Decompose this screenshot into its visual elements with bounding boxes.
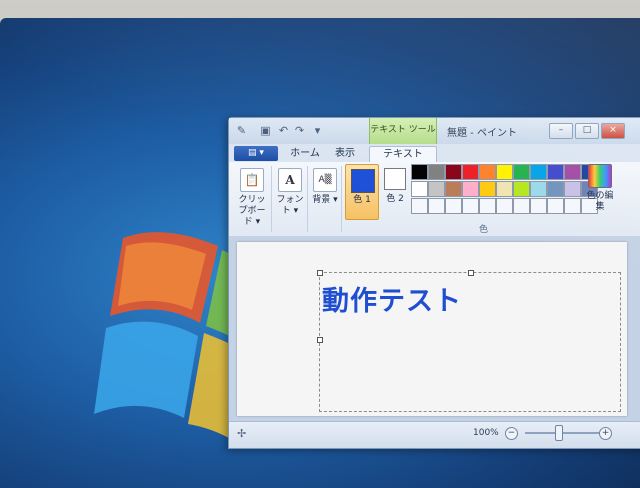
color1-swatch xyxy=(351,169,375,193)
resize-handle[interactable] xyxy=(317,270,323,276)
palette-color-swatch[interactable] xyxy=(445,164,462,180)
palette-color-swatch[interactable] xyxy=(564,164,581,180)
palette-color-swatch[interactable] xyxy=(479,164,496,180)
tab-home[interactable]: ホーム xyxy=(287,146,323,162)
redo-icon[interactable]: ↷ xyxy=(293,124,306,137)
palette-color-swatch[interactable] xyxy=(411,181,428,197)
palette-color-swatch[interactable] xyxy=(411,164,428,180)
status-bar: ✢ 100% − + xyxy=(229,421,640,448)
clipboard-label: クリップボード ▾ xyxy=(238,195,266,227)
background-label: 背景 ▾ xyxy=(312,195,338,205)
color2-button[interactable]: 色 2 xyxy=(381,164,409,218)
palette-color-swatch[interactable] xyxy=(445,198,462,214)
palette-color-swatch[interactable] xyxy=(547,198,564,214)
color-wheel-icon xyxy=(588,164,612,188)
font-button[interactable]: A フォント ▾ xyxy=(275,168,305,217)
clipboard-icon: 📋 xyxy=(240,168,264,192)
palette-color-swatch[interactable] xyxy=(479,198,496,214)
palette-color-swatch[interactable] xyxy=(496,198,513,214)
palette-color-swatch[interactable] xyxy=(496,164,513,180)
palette-color-swatch[interactable] xyxy=(428,198,445,214)
quick-access-dropdown-icon[interactable]: ▾ xyxy=(311,124,324,137)
canvas-text[interactable]: 動作テスト xyxy=(322,279,462,318)
windows-logo xyxy=(94,232,238,443)
palette-color-swatch[interactable] xyxy=(547,164,564,180)
text-box[interactable]: 動作テスト xyxy=(317,270,621,412)
palette-color-swatch[interactable] xyxy=(462,198,479,214)
color2-label: 色 2 xyxy=(386,194,404,204)
palette-color-swatch[interactable] xyxy=(547,181,564,197)
canvas-area: 動作テスト xyxy=(229,236,640,422)
background-button[interactable]: A▒ 背景 ▾ xyxy=(311,168,339,206)
resize-handle[interactable] xyxy=(317,337,323,343)
palette-color-swatch[interactable] xyxy=(445,181,462,197)
edit-colors-label: 色の編集 xyxy=(586,191,614,212)
zoom-slider-thumb[interactable] xyxy=(555,425,563,441)
ribbon: 📋 クリップボード ▾ A フォント ▾ A▒ 背景 ▾ 色 1 色 2 色の編… xyxy=(229,162,640,237)
palette-color-swatch[interactable] xyxy=(496,181,513,197)
palette-color-swatch[interactable] xyxy=(411,198,428,214)
close-button[interactable]: × xyxy=(601,123,625,139)
maximize-button[interactable]: □ xyxy=(575,123,599,139)
palette-color-swatch[interactable] xyxy=(462,181,479,197)
font-group: A フォント ▾ xyxy=(273,166,308,232)
paint-window: ✎ ▣ ↶ ↷ ▾ テキスト ツール 無題 - ペイント – □ × ▤ ▾ ホ… xyxy=(228,117,640,449)
palette-color-swatch[interactable] xyxy=(428,164,445,180)
minimize-button[interactable]: – xyxy=(549,123,573,139)
font-label: フォント ▾ xyxy=(276,195,304,216)
save-icon[interactable]: ▣ xyxy=(259,124,272,137)
background-group: A▒ 背景 ▾ xyxy=(309,166,342,232)
palette-color-swatch[interactable] xyxy=(513,181,530,197)
color1-label: 色 1 xyxy=(353,195,371,205)
background-icon: A▒ xyxy=(313,168,337,192)
context-tab-text-tools: テキスト ツール xyxy=(369,118,437,145)
zoom-level: 100% xyxy=(473,428,499,438)
undo-icon[interactable]: ↶ xyxy=(277,124,290,137)
edit-colors-button[interactable]: 色の編集 xyxy=(585,164,615,213)
palette-color-swatch[interactable] xyxy=(513,164,530,180)
palette-color-swatch[interactable] xyxy=(479,181,496,197)
zoom-slider-track[interactable] xyxy=(525,432,603,434)
cursor-position-icon: ✢ xyxy=(237,427,247,440)
color2-swatch xyxy=(384,168,406,190)
palette-color-swatch[interactable] xyxy=(513,198,530,214)
clipboard-group: 📋 クリップボード ▾ xyxy=(233,166,272,232)
title-bar: ✎ ▣ ↶ ↷ ▾ テキスト ツール 無題 - ペイント – □ × xyxy=(229,118,640,145)
ribbon-tabs: ▤ ▾ ホーム 表示 テキスト xyxy=(229,144,640,163)
palette-color-swatch[interactable] xyxy=(530,164,547,180)
resize-handle[interactable] xyxy=(468,270,474,276)
palette-color-swatch[interactable] xyxy=(530,181,547,197)
clipboard-button[interactable]: 📋 クリップボード ▾ xyxy=(235,168,269,228)
window-title: 無題 - ペイント xyxy=(447,128,517,139)
drawing-canvas[interactable]: 動作テスト xyxy=(237,242,627,416)
palette-color-swatch[interactable] xyxy=(428,181,445,197)
color1-button[interactable]: 色 1 xyxy=(345,164,379,220)
tab-view[interactable]: 表示 xyxy=(329,146,361,162)
zoom-in-button[interactable]: + xyxy=(599,427,612,440)
font-icon: A xyxy=(278,168,302,192)
paint-app-icon[interactable]: ✎ xyxy=(235,124,248,137)
palette-color-swatch[interactable] xyxy=(564,198,581,214)
palette-color-swatch[interactable] xyxy=(462,164,479,180)
file-menu-button[interactable]: ▤ ▾ xyxy=(234,146,278,161)
zoom-out-button[interactable]: − xyxy=(505,427,518,440)
palette-color-swatch[interactable] xyxy=(530,198,547,214)
colors-group-label: 色 xyxy=(479,225,489,235)
tab-text[interactable]: テキスト xyxy=(369,146,437,163)
palette-color-swatch[interactable] xyxy=(564,181,581,197)
